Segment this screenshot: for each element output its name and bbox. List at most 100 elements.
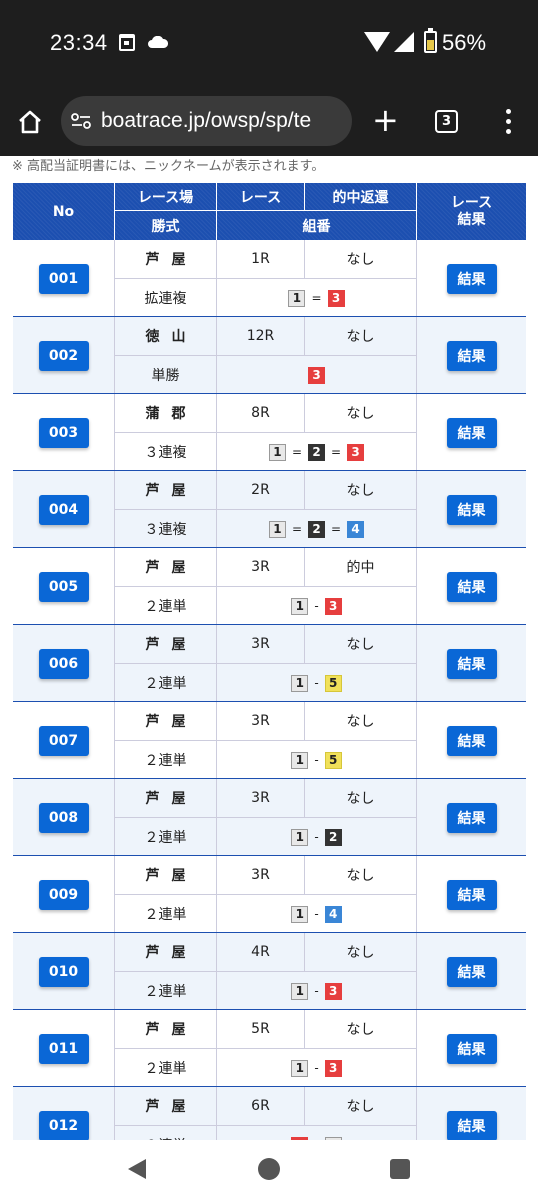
boat-number-badge: 5 bbox=[324, 751, 342, 769]
header-hit: 的中返還 bbox=[305, 183, 417, 211]
result-button[interactable]: 結果 bbox=[446, 494, 497, 525]
venue-cell: 芦屋 bbox=[145, 1099, 198, 1115]
no-cell: 009 bbox=[13, 856, 114, 933]
result-button[interactable]: 結果 bbox=[446, 340, 497, 371]
hit-cell: なし bbox=[346, 637, 375, 653]
result-button[interactable]: 結果 bbox=[446, 417, 497, 448]
result-button[interactable]: 結果 bbox=[446, 802, 497, 833]
race-cell: 3R bbox=[251, 713, 270, 729]
result-button[interactable]: 結果 bbox=[446, 263, 497, 294]
race-cell: 3R bbox=[251, 636, 270, 652]
result-button[interactable]: 結果 bbox=[446, 571, 497, 602]
no-cell: 011 bbox=[13, 1010, 114, 1087]
bet-type-cell: ２連単 bbox=[144, 1061, 187, 1077]
cloud-icon bbox=[148, 36, 168, 48]
header-race: レース bbox=[217, 183, 305, 211]
result-cell: 結果 bbox=[417, 625, 526, 702]
no-cell: 006 bbox=[13, 625, 114, 702]
result-cell: 結果 bbox=[417, 471, 526, 548]
recents-icon[interactable] bbox=[390, 1159, 410, 1179]
entry-no-button[interactable]: 005 bbox=[38, 571, 89, 602]
result-button[interactable]: 結果 bbox=[446, 1110, 497, 1140]
combo-cell: 1-3 bbox=[217, 972, 416, 1010]
boat-number-badge: 2 bbox=[324, 828, 342, 846]
calendar-icon bbox=[119, 34, 135, 51]
combo-separator: = bbox=[291, 522, 302, 536]
combo-cell: 1-3 bbox=[217, 587, 416, 625]
venue-cell: 芦屋 bbox=[145, 483, 198, 499]
combo-cell: 1-4 bbox=[217, 895, 416, 933]
entry-no-button[interactable]: 011 bbox=[38, 1033, 89, 1064]
back-icon[interactable] bbox=[128, 1159, 146, 1179]
no-cell: 008 bbox=[13, 779, 114, 856]
entry-no-button[interactable]: 002 bbox=[38, 340, 89, 371]
new-tab-icon[interactable]: + bbox=[372, 104, 399, 136]
boat-number-badge: 4 bbox=[324, 905, 342, 923]
hit-cell: なし bbox=[346, 945, 375, 961]
no-cell: 007 bbox=[13, 702, 114, 779]
entry-no-button[interactable]: 008 bbox=[38, 802, 89, 833]
boat-number-badge: 1 bbox=[268, 443, 286, 461]
entry-no-button[interactable]: 004 bbox=[38, 494, 89, 525]
combo-cell: 1 = 3 bbox=[217, 279, 416, 317]
race-cell: 4R bbox=[251, 944, 270, 960]
header-bet-type: 勝式 bbox=[115, 211, 217, 240]
page-content: ※ 高配当証明書には、ニックネームが表示されます。 No レース場 レース 的中… bbox=[0, 156, 538, 1140]
tab-switcher-button[interactable]: 3 bbox=[435, 110, 458, 133]
boat-number-badge: 1 bbox=[291, 751, 309, 769]
result-cell: 結果 bbox=[417, 317, 526, 394]
result-button[interactable]: 結果 bbox=[446, 956, 497, 987]
result-cell: 結果 bbox=[417, 933, 526, 1010]
result-button[interactable]: 結果 bbox=[446, 1033, 497, 1064]
result-button[interactable]: 結果 bbox=[446, 725, 497, 756]
notice-text: ※ 高配当証明書には、ニックネームが表示されます。 bbox=[12, 159, 325, 174]
hit-cell: なし bbox=[346, 791, 375, 807]
combo-separator: = bbox=[311, 291, 322, 305]
no-cell: 001 bbox=[13, 240, 114, 317]
entry-no-button[interactable]: 009 bbox=[38, 879, 89, 910]
boat-number-badge: 1 bbox=[268, 520, 286, 538]
race-cell: 1R bbox=[251, 251, 270, 267]
venue-cell: 芦屋 bbox=[145, 868, 198, 884]
bet-type-cell: ２連単 bbox=[144, 599, 187, 615]
combo-cell: 1 = 2 = 3 bbox=[217, 433, 416, 471]
result-cell: 結果 bbox=[417, 394, 526, 471]
race-cell: 12R bbox=[246, 328, 275, 344]
entry-no-button[interactable]: 007 bbox=[38, 725, 89, 756]
race-cell: 6R bbox=[251, 1098, 270, 1114]
entry-no-button[interactable]: 003 bbox=[38, 417, 89, 448]
address-bar[interactable]: boatrace.jp/owsp/sp/te bbox=[61, 96, 352, 146]
battery-icon bbox=[424, 28, 437, 53]
boat-number-badge: 1 bbox=[291, 828, 309, 846]
combo-separator: = bbox=[291, 445, 302, 459]
result-button[interactable]: 結果 bbox=[446, 648, 497, 679]
result-button[interactable]: 結果 bbox=[446, 879, 497, 910]
more-menu-icon[interactable] bbox=[500, 108, 516, 136]
no-cell: 004 bbox=[13, 471, 114, 548]
entry-no-button[interactable]: 006 bbox=[38, 648, 89, 679]
home-icon[interactable] bbox=[16, 108, 44, 136]
boat-number-badge: 5 bbox=[324, 674, 342, 692]
clock: 23:34 bbox=[50, 30, 108, 55]
race-cell: 3R bbox=[251, 559, 270, 575]
combo-separator: - bbox=[314, 676, 319, 690]
site-settings-icon[interactable] bbox=[71, 113, 91, 129]
signal-icon bbox=[394, 32, 414, 52]
entry-no-button[interactable]: 001 bbox=[38, 263, 89, 294]
hit-cell: なし bbox=[346, 329, 375, 345]
no-cell: 010 bbox=[13, 933, 114, 1010]
home-circle-icon[interactable] bbox=[258, 1158, 280, 1180]
boat-number-badge: 1 bbox=[291, 597, 309, 615]
entry-no-button[interactable]: 010 bbox=[38, 956, 89, 987]
combo-separator: = bbox=[331, 445, 342, 459]
no-cell: 012 bbox=[13, 1087, 114, 1140]
entry-no-button[interactable]: 012 bbox=[38, 1110, 89, 1140]
venue-cell: 芦屋 bbox=[145, 560, 198, 576]
boat-number-badge: 1 bbox=[291, 674, 309, 692]
url-text: boatrace.jp/owsp/sp/te bbox=[101, 109, 312, 132]
hit-cell: 的中 bbox=[346, 560, 375, 576]
race-cell: 3R bbox=[251, 867, 270, 883]
venue-cell: 芦屋 bbox=[145, 714, 198, 730]
header-result: レース 結果 bbox=[417, 183, 526, 240]
table-row: 009 芦屋 3R なし ２連単 1-4 結果 bbox=[13, 856, 526, 933]
